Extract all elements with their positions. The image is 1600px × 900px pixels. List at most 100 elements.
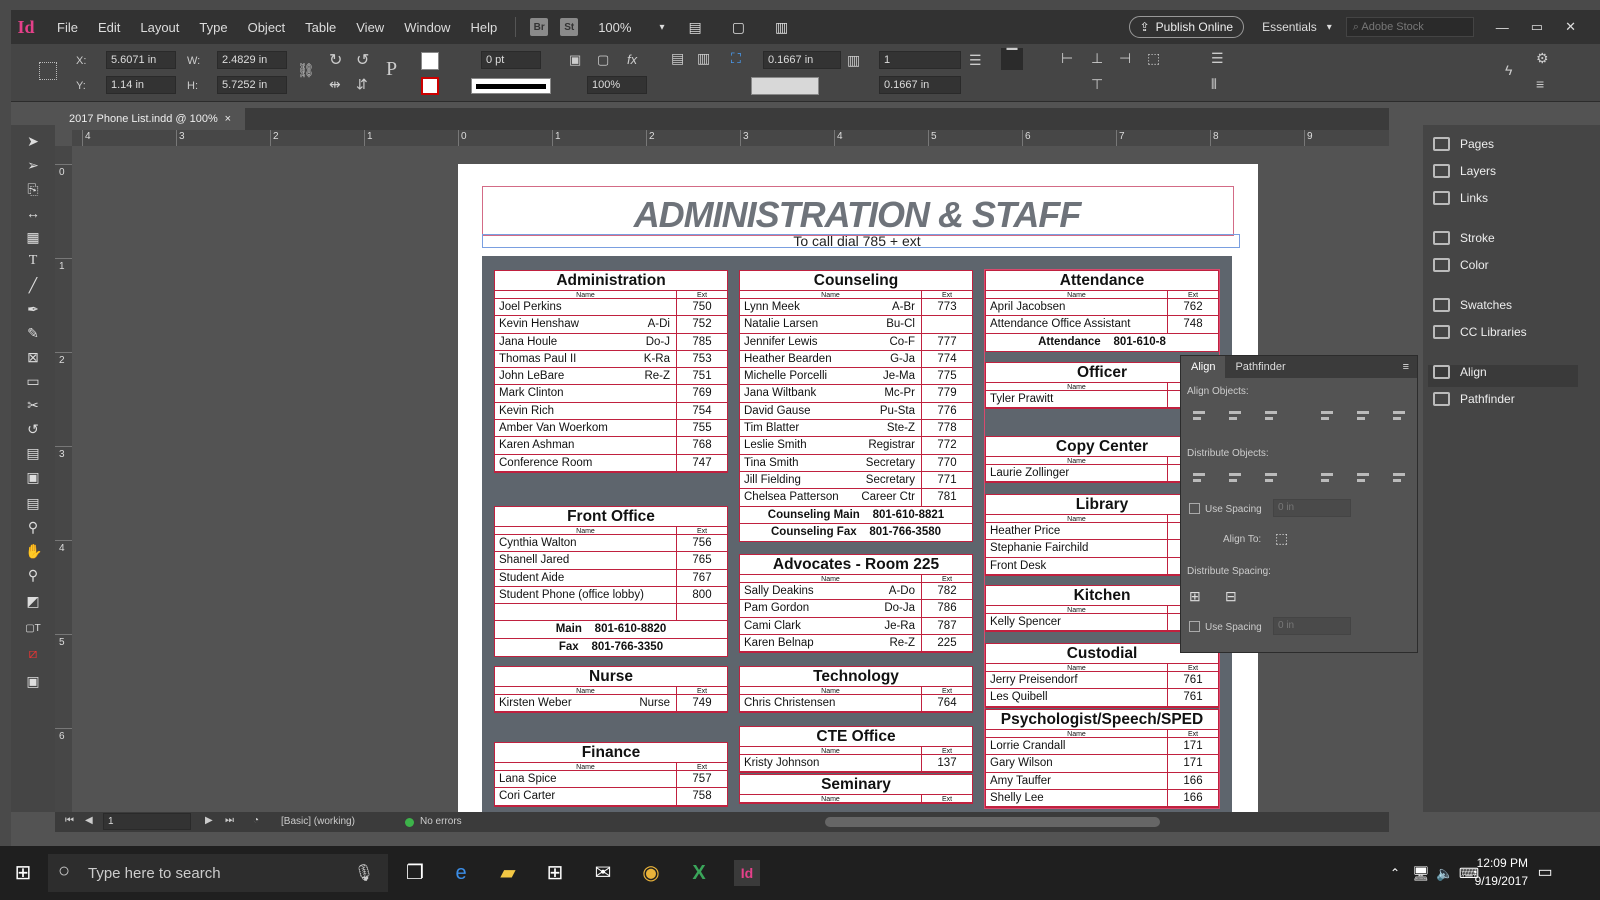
block-cte[interactable]: CTE Office Name Ext Kristy Johnson 137 — [739, 726, 973, 774]
distribute-horizontal-space-icon[interactable]: ⊟ — [1225, 588, 1237, 605]
block-front[interactable]: Front Office Name Ext Cynthia Walton 756 Shan… — [494, 506, 728, 658]
panel-links[interactable]: Links — [1433, 187, 1488, 209]
network-icon[interactable]: 🖥 — [1408, 860, 1434, 886]
block-seminary[interactable]: Seminary Name Ext — [739, 774, 973, 804]
gutter-field[interactable]: 0.1667 in — [763, 51, 841, 69]
distribute-right-icon[interactable] — [1391, 470, 1407, 486]
errors-status[interactable]: No errors — [420, 816, 462, 827]
columns-field[interactable]: 1 — [879, 51, 961, 69]
eyedropper-tool-icon[interactable]: ⚲ — [25, 519, 41, 535]
align-hcenter-icon[interactable] — [1227, 408, 1243, 424]
taskbar-search[interactable]: ○ Type here to search 🎙 — [48, 854, 388, 892]
table-row[interactable]: Thomas Paul II K-Ra 753 — [495, 350, 727, 369]
x-position-field[interactable]: 5.6071 in — [106, 51, 176, 69]
tab-align[interactable]: Align — [1181, 356, 1226, 378]
panel-menu-icon[interactable]: ≡ — [1536, 76, 1544, 92]
table-row[interactable]: Lorrie Crandall 171 — [986, 738, 1218, 756]
block-admin[interactable]: Administration Name Ext Joel Perkins 750 Kevi… — [494, 270, 728, 473]
inset-field[interactable]: 0.1667 in — [879, 76, 961, 94]
content-collector-icon[interactable]: ▦ — [25, 229, 41, 245]
table-row[interactable]: Kirsten Weber Nurse 749 — [495, 695, 727, 713]
hand-tool-icon[interactable]: ✋ — [25, 543, 42, 559]
screen-mode-icon[interactable]: ▢ — [732, 19, 745, 36]
document-page[interactable]: ADMINISTRATION & STAFF To call dial 785 … — [458, 164, 1258, 812]
table-row[interactable]: Amy Tauffer 166 — [986, 772, 1218, 790]
table-row[interactable]: Jennifer Lewis Co-F 777 — [740, 333, 972, 351]
previous-page-icon[interactable]: ◀ — [85, 815, 93, 826]
block-finance[interactable]: Finance Name Ext Lana Spice 757 Cori Carter 75… — [494, 742, 728, 807]
y-position-field[interactable]: 1.14 in — [106, 76, 176, 94]
text-wrap-icon[interactable]: ▥ — [697, 50, 710, 67]
table-row[interactable]: Les Quibell 761 — [986, 689, 1218, 707]
adobe-stock-search[interactable]: ⌕ Adobe Stock — [1345, 17, 1474, 37]
align-top-icon[interactable] — [1319, 408, 1335, 424]
tab-pathfinder[interactable]: Pathfinder — [1225, 356, 1295, 378]
action-center-icon[interactable]: ▭ — [1532, 860, 1558, 886]
preflight-profile[interactable]: [Basic] (working) — [281, 816, 355, 827]
page-subtitle[interactable]: To call dial 785 + ext — [482, 233, 1232, 249]
horizontal-scrollbar[interactable] — [825, 817, 1160, 827]
table-row[interactable]: Kevin Henshaw A-Di 752 — [495, 316, 727, 334]
panel-align[interactable]: Align — [1433, 361, 1487, 383]
block-attendance[interactable]: Attendance Name Ext April Jacobsen 762 Attend… — [985, 270, 1219, 352]
scissors-tool-icon[interactable]: ✂ — [25, 397, 41, 413]
paragraph-style-icon[interactable]: P — [386, 58, 397, 81]
line-tool-icon[interactable]: ╱ — [25, 277, 41, 293]
screen-mode-icon[interactable]: ▣ — [25, 673, 41, 689]
chevron-up-icon[interactable]: ⌃ — [1382, 860, 1408, 886]
distribute-icon[interactable]: ☰ — [1211, 50, 1224, 67]
table-row[interactable]: Lana Spice 757 — [495, 771, 727, 789]
stroke-weight-field[interactable]: 0 pt — [481, 51, 541, 69]
table-row[interactable]: Jana Houle Do-J 785 — [495, 333, 727, 351]
windows-start-icon[interactable]: ⊞ — [10, 860, 36, 886]
close-icon[interactable]: ✕ — [1565, 19, 1576, 35]
microphone-icon[interactable]: 🎙 — [354, 863, 374, 883]
stock-icon[interactable]: St — [560, 18, 579, 36]
table-row[interactable]: Jerry Preisendorf 761 — [986, 672, 1218, 690]
table-row[interactable]: Jana Wiltbank Mc-Pr 779 — [740, 385, 972, 403]
table-row[interactable]: Cynthia Walton 756 — [495, 535, 727, 553]
next-page-icon[interactable]: ▶ — [205, 815, 213, 826]
table-row[interactable]: Lynn Meek A-Br 773 — [740, 299, 972, 317]
menu-window[interactable]: Window — [394, 20, 460, 35]
constrain-proportions-icon[interactable]: ⛓ — [297, 62, 315, 79]
panel-swatches[interactable]: Swatches — [1433, 294, 1512, 316]
table-row[interactable]: Student Phone (office lobby) 800 — [495, 586, 727, 605]
menu-layout[interactable]: Layout — [130, 20, 189, 35]
auto-fit-icon[interactable]: ⛶ — [731, 50, 741, 67]
distribute-vcenter-icon[interactable] — [1227, 470, 1243, 486]
panel-layers[interactable]: Layers — [1433, 160, 1496, 182]
table-row[interactable]: Joel Perkins 750 — [495, 299, 727, 317]
distribute-vertical-space-icon[interactable]: ⊞ — [1189, 588, 1201, 605]
type-tool-icon[interactable]: T — [25, 253, 41, 269]
gap-tool-icon[interactable]: ↔ — [25, 205, 41, 221]
panel-color[interactable]: Color — [1433, 254, 1489, 276]
table-row[interactable]: Amber Van Woerkom 755 — [495, 420, 727, 438]
color-well[interactable] — [751, 77, 819, 95]
menu-type[interactable]: Type — [189, 20, 237, 35]
table-row[interactable]: Cori Carter 758 — [495, 788, 727, 806]
task-view-icon[interactable]: ❐ — [402, 860, 428, 886]
formatting-affects-icon[interactable]: ▢T — [25, 621, 41, 637]
align-vcenter-icon[interactable] — [1355, 408, 1371, 424]
edge-icon[interactable]: e — [448, 860, 474, 886]
rectangle-frame-tool-icon[interactable]: ⊠ — [25, 349, 41, 365]
panel-cc-libraries[interactable]: CC Libraries — [1433, 321, 1527, 343]
columns-icon[interactable]: ▥ — [847, 52, 860, 69]
table-row[interactable]: Chris Christensen 764 — [740, 695, 972, 713]
table-row[interactable]: Attendance Office Assistant 748 — [986, 316, 1218, 334]
table-row[interactable]: David Gause Pu-Sta 776 — [740, 402, 972, 421]
page-number-field[interactable]: 1 — [103, 813, 191, 830]
distribute-bottom-icon[interactable] — [1263, 470, 1279, 486]
direct-selection-tool-icon[interactable]: ➢ — [25, 157, 41, 173]
align-left-icon[interactable] — [1191, 408, 1207, 424]
table-row[interactable]: Tim Blatter Ste-Z 778 — [740, 420, 972, 438]
table-row[interactable]: Jill Fielding Secretary 771 — [740, 471, 972, 490]
effects-icon[interactable]: fx — [627, 52, 637, 67]
table-row[interactable] — [495, 604, 727, 622]
table-row[interactable]: Kristy Johnson 137 — [740, 755, 972, 773]
store-icon[interactable]: ⊞ — [542, 860, 568, 886]
frame-fit-icon[interactable]: ▣ — [569, 52, 581, 68]
view-options-icon[interactable]: ▤ — [688, 19, 701, 36]
use-spacing-checkbox[interactable] — [1189, 503, 1200, 514]
